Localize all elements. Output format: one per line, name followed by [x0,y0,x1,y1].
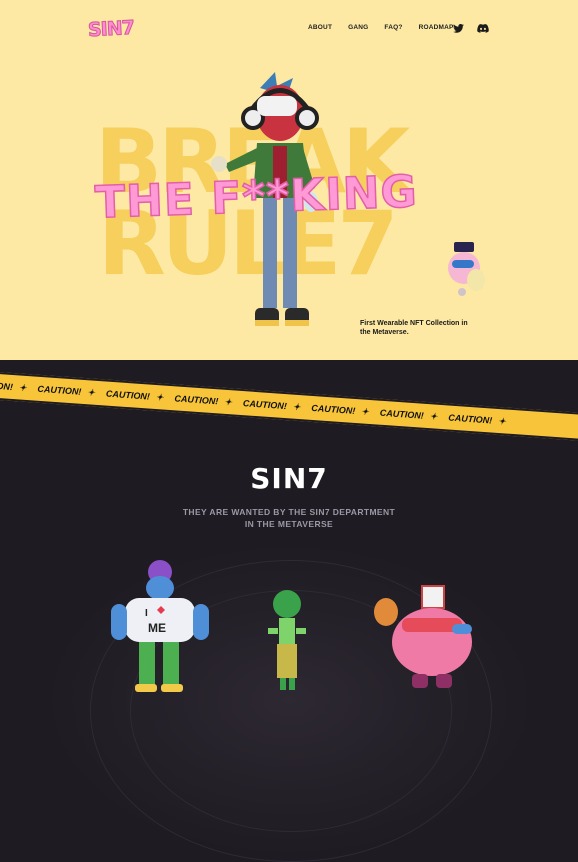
tape-word: CAUTION! [174,393,219,407]
tape-separator: ✦ [429,411,438,422]
shirt-text-i: I [145,608,148,619]
tape-word: CAUTION! [311,402,356,416]
twitter-icon[interactable] [453,24,464,33]
tape-word: CAUTION! [447,412,493,426]
tape-separator: ✦ [18,382,27,393]
brand-logo[interactable]: SIN7 [87,16,135,41]
character-green-illustration [268,590,306,690]
section-subtitle: THEY ARE WANTED BY THE SIN7 DEPARTMENT I… [0,506,578,530]
hero-caption-line1: First Wearable NFT Collection in [360,320,468,327]
tape-word: CAUTION! [37,383,82,397]
tape-word: CAUTION! [105,388,151,402]
character-pink-illustration [374,585,472,688]
tape-separator: ✦ [87,387,96,398]
tape-word: CAUTION! [0,378,14,393]
section-subtitle-line1: THEY ARE WANTED BY THE SIN7 DEPARTMENT [182,507,396,517]
hero-caption: First Wearable NFT Collection in the Met… [360,319,500,337]
discord-icon[interactable] [477,24,489,33]
nav-gang[interactable]: GANG [348,24,368,31]
tape-separator: ✦ [292,401,301,413]
section-title: SIN7 [250,462,328,495]
tape-separator: ✦ [223,396,233,408]
tape-separator: ✦ [155,392,164,403]
main-nav: ABOUT GANG FAQ? ROADMAP [308,24,470,31]
tape-separator: ✦ [360,406,370,417]
small-character-illustration [448,242,485,296]
tape-word: CAUTION! [379,407,425,421]
nav-about[interactable]: ABOUT [308,24,332,31]
hero-caption-line2: the Metaverse. [360,329,409,336]
tape-word: CAUTION! [242,398,288,412]
nav-faq[interactable]: FAQ? [384,24,402,31]
nav-roadmap[interactable]: ROADMAP [419,24,454,31]
hero-section: BREAK RULE7 THE F**KING First Wearable N… [0,0,578,400]
shirt-text-me: ME [148,621,166,635]
character-blue-illustration: I ME [111,560,209,692]
tape-separator: ✦ [497,415,507,427]
section-subtitle-line2: IN THE METAVERSE [244,519,334,529]
